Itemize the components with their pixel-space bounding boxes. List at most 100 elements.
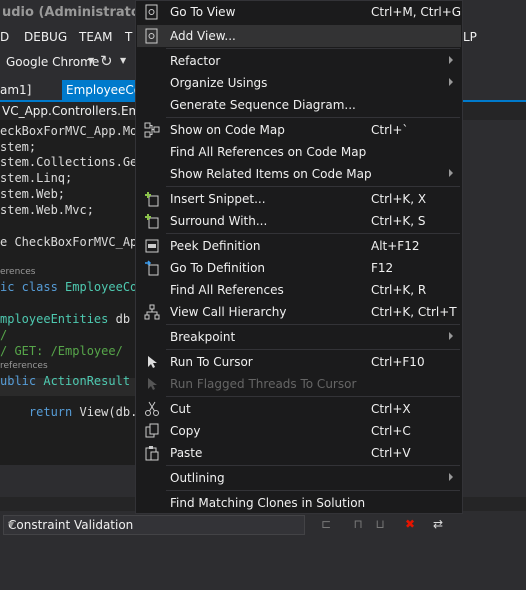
goto-definition-icon: [145, 260, 159, 276]
menu-item-shortcut: Alt+F12: [371, 239, 420, 253]
scissors-icon: [145, 401, 159, 416]
align-left-icon[interactable]: ⊏: [318, 517, 334, 533]
menu-go-to-view[interactable]: Go To View Ctrl+M, Ctrl+G: [137, 1, 461, 23]
menu-separator: [166, 186, 460, 187]
browser-dropdown-icon[interactable]: ▼: [88, 56, 94, 65]
menu-separator: [166, 396, 460, 397]
codelens-references[interactable]: erences: [0, 267, 35, 277]
submenu-arrow-icon: [449, 473, 453, 481]
menu-go-to-definition[interactable]: Go To Definition F12: [137, 257, 461, 279]
menu-item-label: Organize Usings: [170, 76, 268, 90]
cursor-flag-icon: [148, 378, 157, 390]
window-title: udio (Administrator): [2, 5, 153, 20]
code-comment: /: [0, 328, 8, 342]
menu-item-label: Refactor: [170, 54, 221, 68]
menu-run-to-cursor[interactable]: Run To Cursor Ctrl+F10: [137, 351, 461, 373]
menu-item-shortcut: Ctrl+K, R: [371, 283, 427, 297]
menu-item-help[interactable]: LP: [463, 30, 477, 44]
menu-item-shortcut: Ctrl+C: [371, 424, 411, 438]
menu-item-label: Go To View: [170, 5, 236, 19]
chevron-down-icon: ▼: [8, 520, 15, 529]
menu-show-on-code-map[interactable]: Show on Code Map Ctrl+`: [137, 119, 461, 141]
submenu-arrow-icon: [449, 332, 453, 340]
menu-refactor[interactable]: Refactor: [137, 50, 461, 72]
tab-employee-controller[interactable]: EmployeeCon: [62, 80, 149, 100]
menu-view-call-hierarchy[interactable]: View Call Hierarchy Ctrl+K, Ctrl+T: [137, 301, 461, 323]
menu-item-d[interactable]: D: [0, 30, 9, 44]
menu-item-debug[interactable]: DEBUG: [24, 30, 67, 44]
menu-generate-sequence-diagram[interactable]: Generate Sequence Diagram...: [137, 94, 461, 116]
menu-separator: [166, 324, 460, 325]
submenu-arrow-icon: [449, 169, 453, 177]
refresh-icon[interactable]: ↻: [100, 52, 113, 70]
align-down-icon[interactable]: ⊔: [372, 517, 388, 533]
menu-insert-snippet[interactable]: Insert Snippet... Ctrl+K, X: [137, 188, 461, 210]
menu-item-label: Add View...: [170, 29, 236, 43]
menu-find-refs-code-map[interactable]: Find All References on Code Map: [137, 141, 461, 163]
swap-icon[interactable]: ⇄: [430, 517, 446, 533]
menu-organize-usings[interactable]: Organize Usings: [137, 72, 461, 94]
codelens-references[interactable]: references: [0, 361, 48, 371]
menu-find-matching-clones[interactable]: Find Matching Clones in Solution: [137, 492, 461, 514]
menu-separator: [166, 48, 460, 49]
align-up-icon[interactable]: ⊓: [350, 517, 366, 533]
menu-separator: [166, 233, 460, 234]
menu-show-related-items[interactable]: Show Related Items on Code Map: [137, 163, 461, 185]
menu-peek-definition[interactable]: Peek Definition Alt+F12: [137, 235, 461, 257]
code-editor[interactable]: eckBoxForMVC_App.Mod stem; stem.Collecti…: [0, 120, 140, 465]
copy-icon: [145, 423, 159, 438]
code-line: stem.Collections.Gen: [0, 155, 140, 169]
add-view-icon: [145, 28, 158, 44]
submenu-arrow-icon: [449, 78, 453, 86]
menu-surround-with[interactable]: Surround With... Ctrl+K, S: [137, 210, 461, 232]
menu-item-label: Show Related Items on Code Map: [170, 167, 372, 181]
menu-run-flagged-threads[interactable]: Run Flagged Threads To Cursor: [137, 373, 461, 395]
menu-separator: [166, 490, 460, 491]
menu-item-label: Show on Code Map: [170, 123, 285, 137]
menu-add-view[interactable]: Add View...: [137, 25, 461, 47]
menu-item-label: Copy: [170, 424, 201, 438]
code-line: stem;: [0, 140, 37, 154]
menu-paste[interactable]: Paste Ctrl+V: [137, 442, 461, 464]
menu-outlining[interactable]: Outlining: [137, 467, 461, 489]
menu-item-label: View Call Hierarchy: [170, 305, 287, 319]
menu-item-shortcut: Ctrl+`: [371, 123, 409, 137]
view-icon: [145, 4, 158, 20]
peek-icon: [145, 239, 159, 253]
menu-breakpoint[interactable]: Breakpoint: [137, 326, 461, 348]
menu-cut[interactable]: Cut Ctrl+X: [137, 398, 461, 420]
code-line: return View(db.D: [28, 405, 140, 419]
cursor-icon: [148, 356, 157, 368]
menu-item-shortcut: Ctrl+M, Ctrl+G: [371, 5, 462, 19]
refresh-dropdown-icon[interactable]: ▼: [120, 56, 126, 65]
call-hierarchy-icon: [144, 304, 160, 320]
tab-design[interactable]: am1]: [0, 83, 31, 97]
clear-errors-icon[interactable]: ✖: [402, 517, 418, 533]
menu-separator: [166, 465, 460, 466]
menu-separator: [166, 117, 460, 118]
menu-item-shortcut: Ctrl+K, Ctrl+T: [371, 305, 457, 319]
menu-copy[interactable]: Copy Ctrl+C: [137, 420, 461, 442]
menu-item-team[interactable]: TEAM: [79, 30, 112, 44]
menu-item-t[interactable]: T: [125, 30, 132, 44]
browser-selector[interactable]: Google Chrome: [6, 55, 99, 69]
code-map-icon: [144, 122, 160, 138]
menu-item-shortcut: Ctrl+K, S: [371, 214, 426, 228]
menu-item-shortcut: Ctrl+V: [371, 446, 411, 460]
menu-item-label: Breakpoint: [170, 330, 236, 344]
code-line: ic class EmployeeCon: [0, 280, 140, 294]
code-line: stem.Web.Mvc;: [0, 203, 94, 217]
menu-find-all-references[interactable]: Find All References Ctrl+K, R: [137, 279, 461, 301]
menu-item-shortcut: Ctrl+X: [371, 402, 411, 416]
menu-item-label: Find Matching Clones in Solution: [170, 496, 366, 510]
editor-context-menu: Go To View Ctrl+M, Ctrl+G Add View... Re…: [135, 0, 463, 514]
menu-item-label: Run Flagged Threads To Cursor: [170, 377, 357, 391]
menu-separator: [166, 349, 460, 350]
validation-type-select[interactable]: Constraint Validation ▼: [3, 515, 305, 535]
menu-item-label: Find All References on Code Map: [170, 145, 367, 159]
menu-item-label: Paste: [170, 446, 203, 460]
menu-item-label: Find All References: [170, 283, 284, 297]
menu-item-shortcut: F12: [371, 261, 394, 275]
code-line: mployeeEntities db: [0, 312, 131, 326]
code-line: stem.Web;: [0, 187, 66, 201]
